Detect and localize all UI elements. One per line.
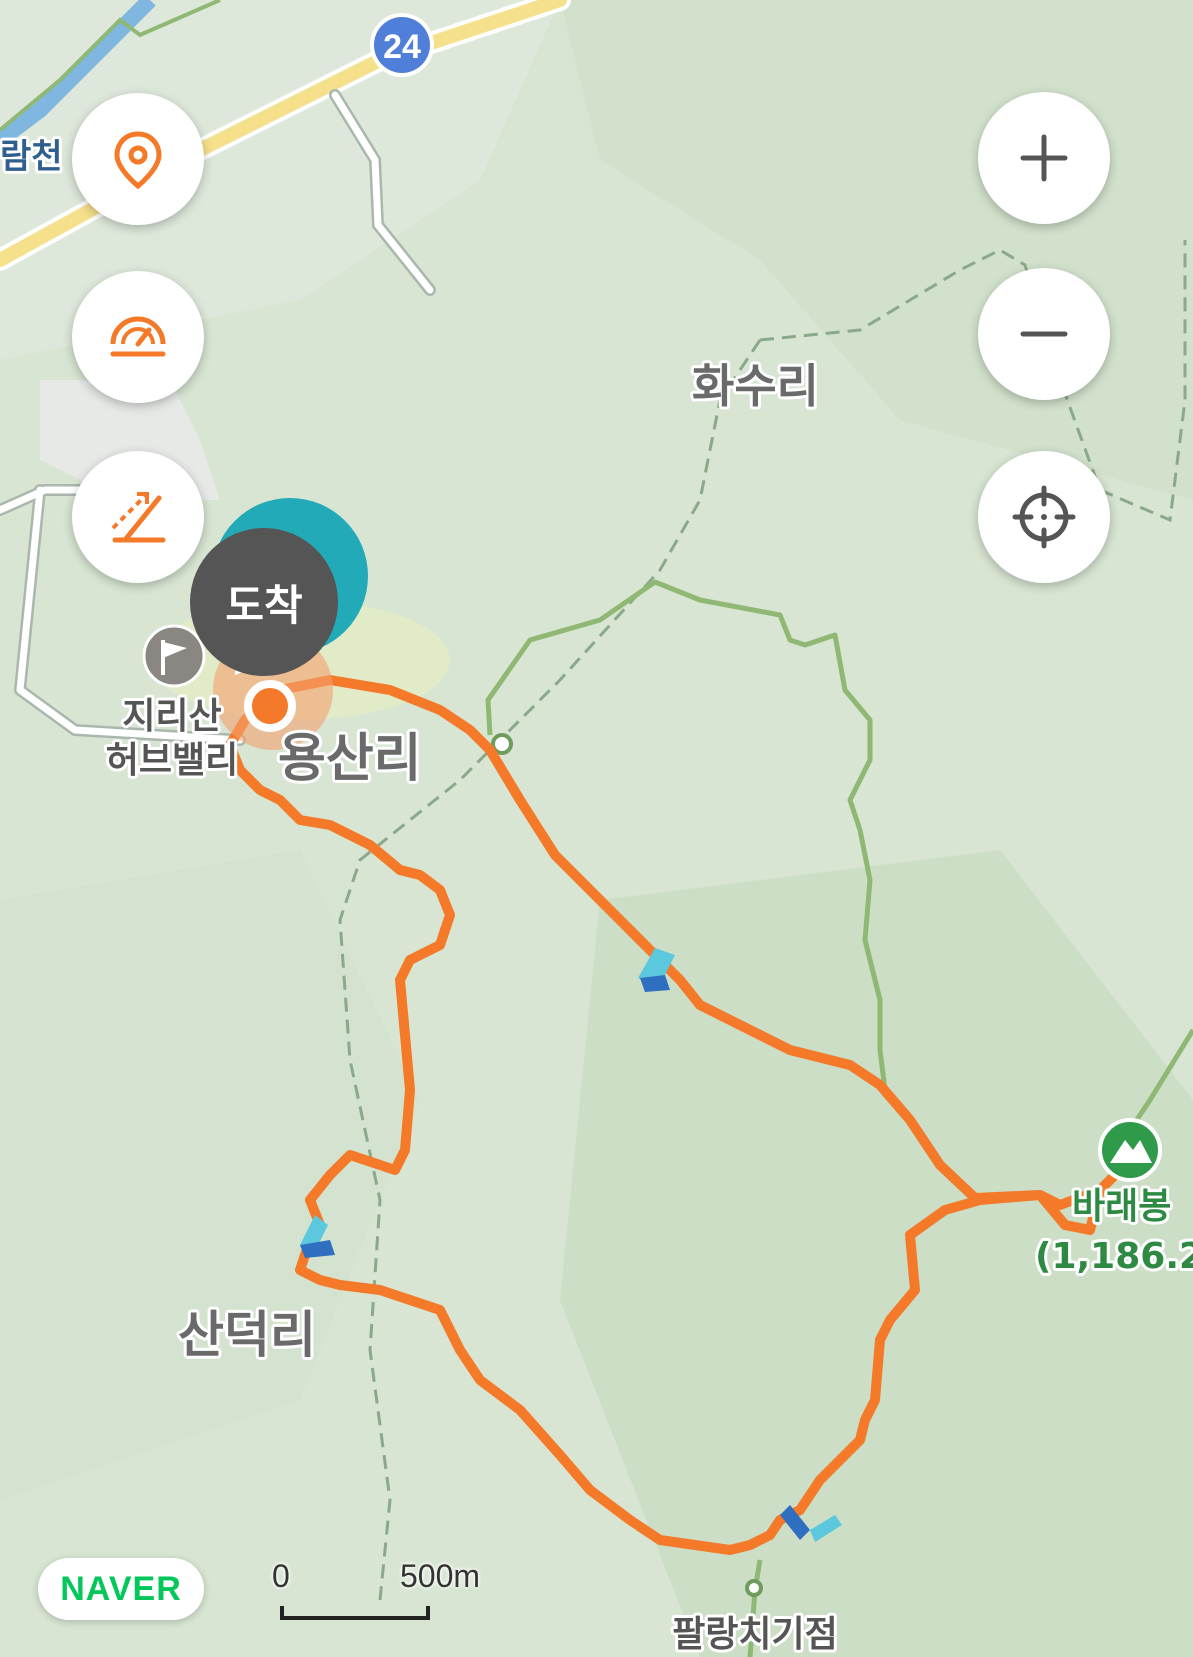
plus-icon	[1020, 134, 1068, 182]
current-location-button[interactable]	[978, 451, 1110, 583]
scale-zero-label: 0	[272, 1558, 290, 1594]
peak-elevation: (1,186.2m	[1035, 1236, 1193, 1277]
location-pin-button[interactable]	[72, 93, 204, 225]
elevation-slope-button[interactable]	[72, 451, 204, 583]
speedometer-button[interactable]	[72, 271, 204, 403]
scale-distance-label: 500m	[400, 1558, 481, 1594]
speedometer-icon	[110, 316, 166, 357]
scale-line	[280, 1606, 430, 1620]
place-label-sandeokri: 산덕리	[178, 1306, 316, 1364]
naver-logo[interactable]: NAVER	[38, 1558, 204, 1620]
start-flag-icon	[142, 624, 206, 688]
slope-icon	[111, 492, 166, 543]
place-label-hwasuri: 화수리	[692, 359, 819, 413]
place-label-ramcheon: 람천	[0, 137, 63, 177]
arrival-label: 도착	[225, 580, 303, 630]
zoom-in-button[interactable]	[978, 92, 1110, 224]
crosshair-icon	[1012, 485, 1076, 549]
peak-icon	[1098, 1118, 1162, 1182]
road-number: 24	[383, 28, 421, 66]
peak-name: 바래봉	[1072, 1186, 1171, 1227]
zoom-out-button[interactable]	[978, 268, 1110, 400]
road-shield-24: 24	[370, 13, 434, 77]
place-label-herb-valley-1: 지리산	[122, 696, 221, 737]
place-label-palangchi: 팔랑치기점	[672, 1614, 838, 1655]
map-canvas[interactable]: 24 화수리 용산리 산덕리 람천 지리산 허브밸리 팔랑치기점 바래봉 (1,…	[0, 0, 1193, 1657]
place-label-herb-valley-2: 허브밸리	[106, 740, 238, 781]
location-pin-icon	[114, 131, 162, 190]
current-position-marker	[244, 680, 296, 732]
scale-bar: 0 500m	[270, 1558, 490, 1628]
place-label-yongsanri: 용산리	[278, 729, 422, 789]
minus-icon	[1020, 331, 1068, 337]
naver-logo-text: NAVER	[60, 1569, 182, 1608]
arrival-bubble[interactable]: 도착	[190, 528, 338, 676]
